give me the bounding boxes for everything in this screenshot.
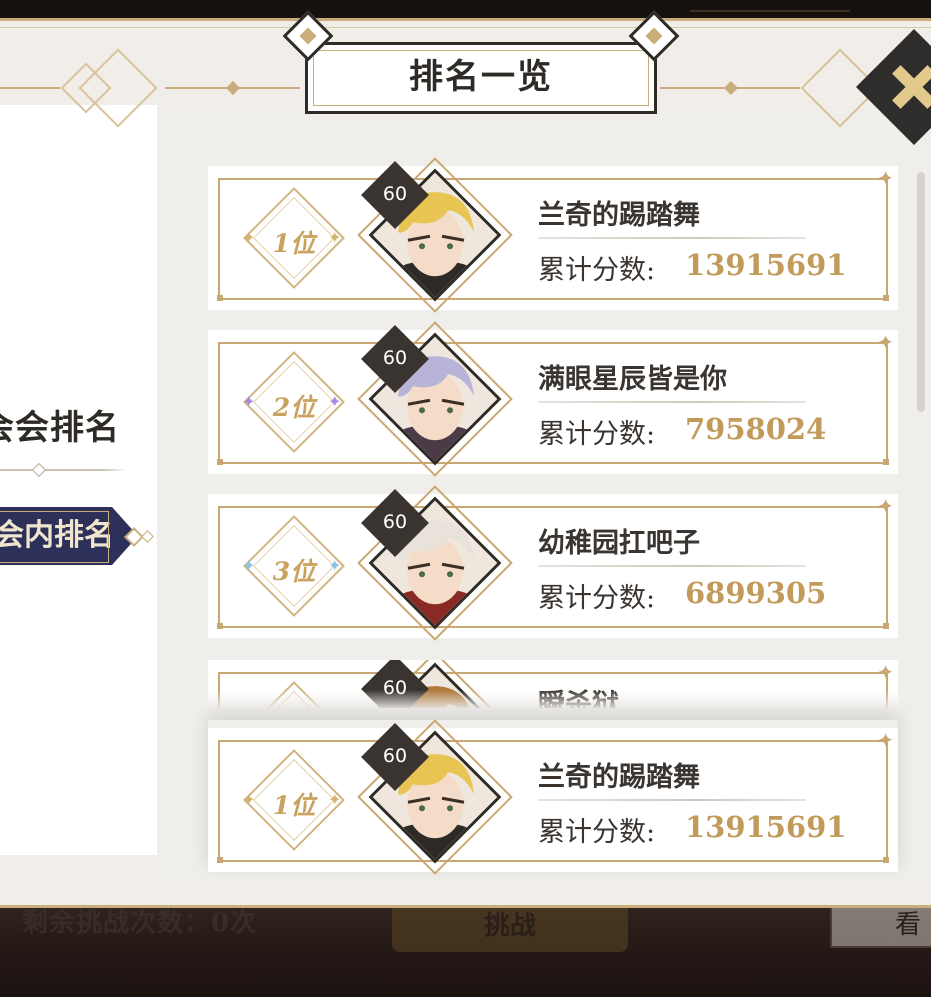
level-text: 60 [382, 745, 408, 767]
level-text: 60 [382, 183, 408, 205]
rank-wing-left-icon: ✦ [242, 790, 256, 809]
level-text: 60 [382, 511, 408, 533]
score-value: 7958024 [685, 412, 827, 446]
sparkle-icon: ✦ [877, 166, 894, 190]
page-title: 排名一览 [409, 57, 553, 97]
sidebar [0, 105, 157, 855]
header-rule-left [0, 87, 60, 89]
rank-text: 1位 [272, 229, 316, 258]
sparkle-icon: ✦ [877, 728, 894, 752]
rank-text: 2位 [272, 393, 316, 422]
scrollbar[interactable] [917, 172, 925, 412]
guild-ranking-label[interactable]: 会会排名 [0, 400, 120, 449]
score-value: 6899305 [685, 576, 827, 610]
panel-border-line [0, 27, 931, 28]
rank-wing-right-icon: ✦ [328, 228, 342, 247]
name-divider [538, 401, 806, 403]
sparkle-icon: ✦ [877, 660, 894, 684]
rank-wing-left-icon: ✦ [242, 392, 256, 411]
sparkle-icon: ✦ [877, 330, 894, 354]
sidebar-divider [0, 462, 128, 478]
my-rank-card[interactable]: ✦ ✦ ✦ 1位 60 兰奇的踢踏舞 累计分数: 13915691 [208, 719, 898, 875]
score-value: 13915691 [685, 810, 847, 844]
tab-inner-guild-ranking[interactable]: 会内排名 [0, 507, 138, 565]
ranking-card[interactable]: ✦ ✦ ✦ 1位 60 兰奇的踢踏舞 累计分数: 13915691 [208, 157, 898, 313]
score-label: 累计分数: [538, 583, 656, 614]
level-text: 60 [382, 347, 408, 369]
score-value: 13915691 [685, 248, 847, 282]
rank-wing-right-icon: ✦ [328, 392, 342, 411]
ranking-card[interactable]: ✦ ✦ ✦ 3位 60 幼稚园扛吧子 累计分数: 6899305 [208, 485, 898, 641]
top-bar-ornament [690, 0, 850, 12]
rank-wing-right-icon: ✦ [328, 790, 342, 809]
rank-wing-left-icon: ✦ [242, 556, 256, 575]
rank-text: 3位 [272, 557, 316, 586]
name-divider [538, 799, 806, 801]
player-name: 幼稚园扛吧子 [538, 528, 700, 559]
score-label: 累计分数: [538, 817, 656, 848]
name-divider [538, 565, 806, 567]
player-name: 兰奇的踢踏舞 [538, 200, 700, 231]
rank-wing-right-icon: ✦ [328, 556, 342, 575]
rank-wing-left-icon: ✦ [242, 228, 256, 247]
player-name: 兰奇的踢踏舞 [538, 762, 700, 793]
score-label: 累计分数: [538, 419, 656, 450]
sparkle-icon: ✦ [877, 494, 894, 518]
player-name: 满眼星辰皆是你 [538, 364, 727, 395]
ranking-card[interactable]: ✦ ✦ ✦ 2位 60 满眼星辰皆是你 累计分数: 7958024 [208, 321, 898, 477]
rank-text: 1位 [272, 791, 316, 820]
close-icon [879, 52, 931, 123]
list-fade [208, 690, 898, 710]
title-plate: 排名一览 [305, 42, 657, 114]
score-label: 累计分数: [538, 255, 656, 286]
name-divider [538, 237, 806, 239]
